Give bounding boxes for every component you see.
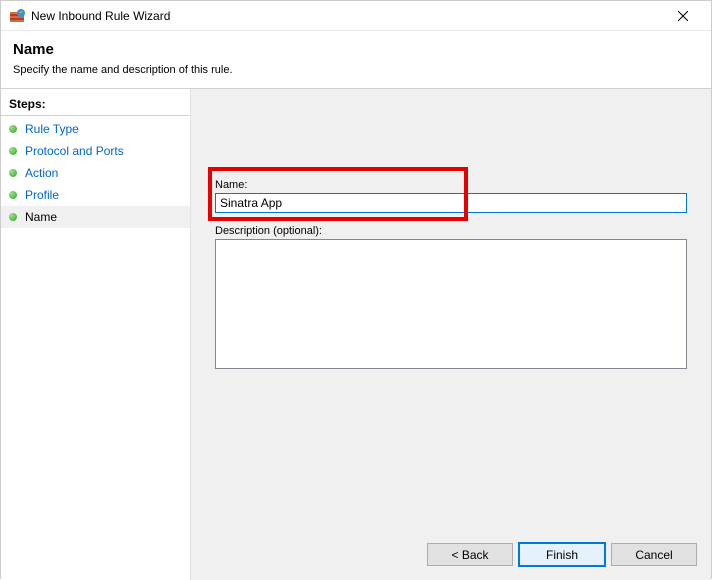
bullet-icon bbox=[9, 147, 17, 155]
step-label: Protocol and Ports bbox=[25, 144, 124, 158]
finish-button[interactable]: Finish bbox=[519, 543, 605, 566]
window-title: New Inbound Rule Wizard bbox=[31, 9, 663, 23]
description-label: Description (optional): bbox=[215, 225, 687, 237]
page-subtitle: Specify the name and description of this… bbox=[13, 64, 699, 76]
bullet-icon bbox=[9, 191, 17, 199]
step-label: Profile bbox=[25, 188, 59, 202]
bullet-icon bbox=[9, 169, 17, 177]
description-input[interactable] bbox=[215, 239, 687, 369]
step-action[interactable]: Action bbox=[1, 162, 190, 184]
step-label: Name bbox=[25, 210, 57, 224]
step-profile[interactable]: Profile bbox=[1, 184, 190, 206]
main-panel: Name: Description (optional): < Back Fin… bbox=[191, 89, 711, 580]
wizard-buttons: < Back Finish Cancel bbox=[427, 543, 697, 566]
close-button[interactable] bbox=[663, 2, 703, 30]
step-protocol-and-ports[interactable]: Protocol and Ports bbox=[1, 140, 190, 162]
bullet-icon bbox=[9, 125, 17, 133]
bullet-icon bbox=[9, 213, 17, 221]
back-button[interactable]: < Back bbox=[427, 543, 513, 566]
steps-heading: Steps: bbox=[1, 93, 190, 116]
step-rule-type[interactable]: Rule Type bbox=[1, 118, 190, 140]
name-input[interactable] bbox=[215, 193, 687, 213]
cancel-button[interactable]: Cancel bbox=[611, 543, 697, 566]
wizard-header: Name Specify the name and description of… bbox=[1, 31, 711, 89]
close-icon bbox=[678, 11, 688, 21]
step-name[interactable]: Name bbox=[1, 206, 190, 228]
page-title: Name bbox=[13, 41, 699, 58]
firewall-icon bbox=[9, 8, 25, 24]
step-label: Action bbox=[25, 166, 58, 180]
step-label: Rule Type bbox=[25, 122, 79, 136]
steps-sidebar: Steps: Rule Type Protocol and Ports Acti… bbox=[1, 89, 191, 580]
titlebar: New Inbound Rule Wizard bbox=[1, 1, 711, 31]
name-label: Name: bbox=[215, 179, 687, 191]
